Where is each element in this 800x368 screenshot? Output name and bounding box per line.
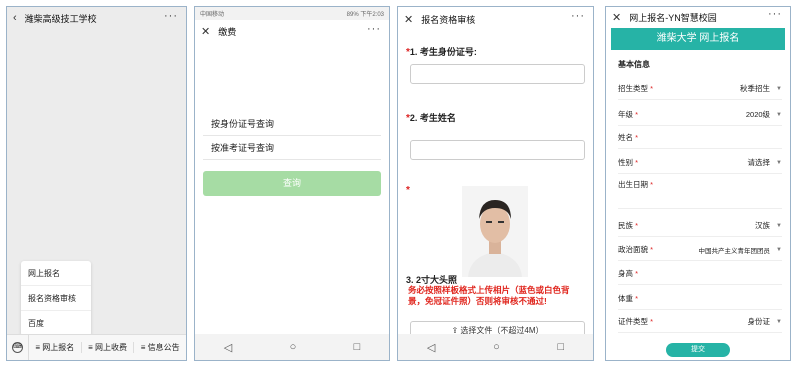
page-title: 潍柴高级技工学校	[24, 13, 97, 24]
field-birthdate[interactable]: 出生日期 *	[618, 175, 782, 209]
field-id-type[interactable]: 证件类型 * 身份证 ▼	[618, 311, 782, 333]
page-title: 缴费	[218, 26, 237, 37]
tab-online-payment[interactable]: ≡ 网上收费	[82, 342, 135, 353]
more-icon[interactable]: ···	[571, 10, 585, 22]
android-nav-bar: ◁ ○ □	[398, 334, 593, 360]
field-grade[interactable]: 年级 * 2020级 ▼	[618, 104, 782, 126]
section-title: 基本信息	[618, 60, 650, 69]
keyboard-icon: ⌨	[12, 342, 23, 353]
dropdown-arrow-icon: ▼	[776, 111, 782, 118]
more-icon[interactable]: ···	[768, 8, 782, 20]
popup-menu: 网上报名 报名资格审核 百度	[21, 261, 91, 336]
android-nav-bar: ◁ ○ □	[195, 334, 389, 360]
phone-screen-online-registration: ✕ 网上报名-YN智慧校园 ··· 潍柴大学 网上报名 基本信息 招生类型 * 秋…	[605, 6, 791, 361]
tab-announcements[interactable]: ≡ 信息公告	[134, 342, 186, 353]
keyboard-toggle[interactable]: ⌨	[7, 335, 29, 360]
field-ethnicity[interactable]: 民族 * 汉族 ▼	[618, 215, 782, 237]
nav-bar: ✕ 缴费 ···	[195, 20, 389, 42]
phone-screen-eligibility-review: ✕ 报名资格审核 ··· *1. 考生身份证号: *2. 考生姓名 * 3. 2…	[397, 6, 594, 361]
menu-item-baidu[interactable]: 百度	[21, 311, 91, 336]
nav-bar: ‹ 潍柴高级技工学校 ···	[7, 7, 186, 29]
more-icon[interactable]: ···	[164, 10, 178, 22]
field-name[interactable]: 姓名 *	[618, 127, 782, 149]
phone-screen-payment: 中国移动 89% 下午2:03 ✕ 缴费 ··· 按身份证号查询 按准考证号查询…	[194, 6, 390, 361]
close-icon[interactable]: ✕	[612, 11, 621, 24]
back-nav-icon[interactable]: ◁	[224, 341, 232, 354]
close-icon[interactable]: ✕	[201, 25, 210, 38]
back-nav-icon[interactable]: ◁	[427, 341, 435, 354]
recents-nav-icon[interactable]: □	[354, 341, 361, 353]
home-nav-icon[interactable]: ○	[493, 341, 500, 353]
divider	[203, 159, 381, 160]
dropdown-arrow-icon: ▼	[776, 318, 782, 325]
page-title: 报名资格审核	[421, 14, 476, 25]
option-by-admission-number[interactable]: 按准考证号查询	[211, 141, 274, 154]
divider	[203, 135, 381, 136]
name-input[interactable]	[410, 140, 585, 160]
field-weight[interactable]: 体重 *	[618, 288, 782, 310]
form-banner: 潍柴大学 网上报名	[611, 28, 785, 50]
field-height[interactable]: 身高 *	[618, 263, 782, 285]
field-gender[interactable]: 性别 * 请选择 ▼	[618, 152, 782, 174]
dropdown-arrow-icon: ▼	[776, 85, 782, 92]
more-icon[interactable]: ···	[367, 23, 381, 35]
dropdown-arrow-icon: ▼	[776, 159, 782, 166]
sample-photo	[462, 186, 528, 277]
home-nav-icon[interactable]: ○	[290, 341, 297, 353]
id-number-input[interactable]	[410, 64, 585, 84]
dropdown-arrow-icon: ▼	[776, 222, 782, 229]
status-right: 89% 下午2:03	[346, 12, 384, 18]
submit-button[interactable]: 提交	[666, 343, 730, 357]
field-political-status[interactable]: 政治面貌 * 中国共产主义青年团团员 ▼	[618, 239, 782, 261]
question-id-number: *1. 考生身份证号:	[406, 47, 477, 58]
photo-warning: 务必按照样板格式上传相片（蓝色或白色背景，免冠证件照）否则将审核不通过!	[408, 285, 570, 306]
dropdown-arrow-icon: ▼	[776, 246, 782, 253]
status-bar: 中国移动 89% 下午2:03	[195, 7, 389, 20]
page-title: 网上报名-YN智慧校园	[629, 12, 717, 23]
query-button[interactable]: 查询	[203, 171, 381, 196]
field-enrollment-type[interactable]: 招生类型 * 秋季招生 ▼	[618, 78, 782, 100]
required-marker: *	[406, 185, 410, 196]
close-icon[interactable]: ✕	[404, 13, 413, 26]
option-by-id-number[interactable]: 按身份证号查询	[211, 117, 274, 130]
phone-screen-school-menu: ‹ 潍柴高级技工学校 ··· 网上报名 报名资格审核 百度 ⌨ ≡ 网上报名 ≡…	[6, 6, 187, 361]
tab-online-signup[interactable]: ≡ 网上报名	[29, 342, 82, 353]
nav-bar: ✕ 报名资格审核 ···	[398, 7, 593, 31]
portrait-image	[462, 186, 528, 277]
recents-nav-icon[interactable]: □	[557, 341, 564, 353]
carrier-label: 中国移动	[200, 12, 225, 18]
question-name: *2. 考生姓名	[406, 113, 456, 124]
menu-item-eligibility-review[interactable]: 报名资格审核	[21, 286, 91, 311]
bottom-menu-bar: ⌨ ≡ 网上报名 ≡ 网上收费 ≡ 信息公告	[7, 334, 186, 360]
nav-bar: ✕ 网上报名-YN智慧校园 ···	[606, 7, 790, 27]
menu-item-online-signup[interactable]: 网上报名	[21, 261, 91, 286]
back-icon[interactable]: ‹	[13, 12, 17, 24]
